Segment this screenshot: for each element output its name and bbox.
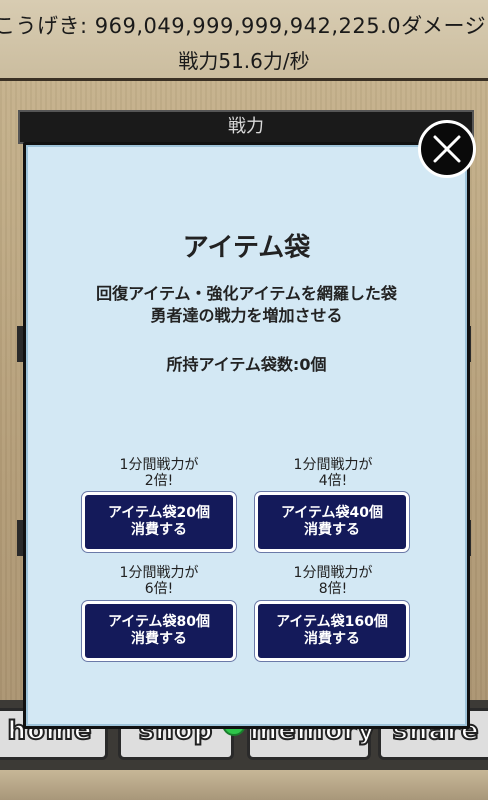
- option-label-line: 6倍!: [144, 581, 174, 597]
- option-label: 1分間戦力が 8倍!: [254, 565, 412, 597]
- button-label: アイテム袋20個: [107, 505, 211, 521]
- owned-count: 所持アイテム袋数:0個: [166, 355, 327, 374]
- option-label-line: 1分間戦力が: [293, 565, 373, 581]
- button-label: 消費する: [131, 631, 187, 647]
- top-status-bar: こうげき: 969,049,999,999,942,225.0ダメージ 戦力51…: [0, 0, 488, 81]
- button-label: アイテム袋40個: [280, 505, 384, 521]
- option-label-line: 1分間戦力が: [293, 457, 373, 473]
- close-icon: [433, 135, 461, 163]
- option-label-line: 2倍!: [144, 473, 174, 489]
- option-label: 1分間戦力が 4倍!: [254, 457, 412, 489]
- description-line: 勇者達の戦力を増加させる: [150, 306, 343, 325]
- use-20-bags-button[interactable]: アイテム袋20個 消費する: [82, 492, 236, 552]
- use-160-bags-button[interactable]: アイテム袋160個 消費する: [255, 601, 409, 661]
- option-label-line: 1分間戦力が: [119, 457, 199, 473]
- attack-damage-text: こうげき: 969,049,999,999,942,225.0ダメージ: [0, 14, 487, 38]
- button-label: アイテム袋160個: [276, 614, 388, 630]
- use-80-bags-button[interactable]: アイテム袋80個 消費する: [82, 601, 236, 661]
- button-label: 消費する: [131, 522, 187, 538]
- use-40-bags-button[interactable]: アイテム袋40個 消費する: [255, 492, 409, 552]
- dialog-description: 回復アイテム・強化アイテムを網羅した袋 勇者達の戦力を増加させる: [26, 283, 467, 327]
- option-label-line: 4倍!: [318, 473, 348, 489]
- option-label-line: 1分間戦力が: [119, 565, 199, 581]
- close-button[interactable]: [418, 120, 476, 178]
- option-label: 1分間戦力が 6倍!: [80, 565, 238, 597]
- option-label: 1分間戦力が 2倍!: [80, 457, 238, 489]
- description-line: 回復アイテム・強化アイテムを網羅した袋: [96, 284, 397, 303]
- item-bag-dialog: アイテム袋 回復アイテム・強化アイテムを網羅した袋 勇者達の戦力を増加させる 所…: [23, 142, 470, 729]
- panel-header: 戦力: [18, 110, 474, 144]
- dialog-title: アイテム袋: [182, 233, 311, 263]
- button-label: 消費する: [304, 522, 360, 538]
- option-label-line: 8倍!: [318, 581, 348, 597]
- button-label: 消費する: [304, 631, 360, 647]
- button-label: アイテム袋80個: [107, 614, 211, 630]
- bottom-strip: [0, 770, 488, 800]
- power-rate-text: 戦力51.6力/秒: [178, 49, 310, 73]
